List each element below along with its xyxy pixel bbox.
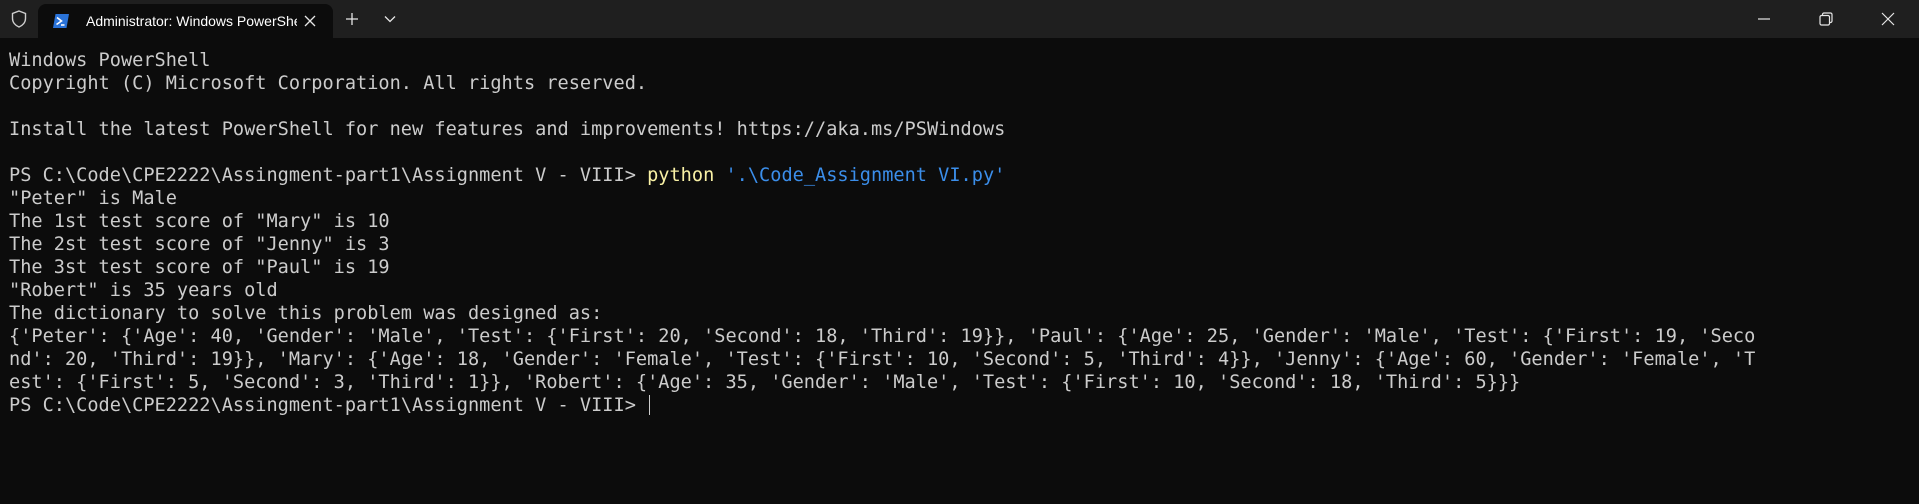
close-icon[interactable] xyxy=(297,8,323,34)
close-window-icon[interactable] xyxy=(1857,0,1919,38)
prompt: PS C:\Code\CPE2222\Assingment-part1\Assi… xyxy=(9,165,648,186)
prompt: PS C:\Code\CPE2222\Assingment-part1\Assi… xyxy=(9,395,648,416)
chevron-down-icon[interactable] xyxy=(371,0,409,38)
plus-icon[interactable] xyxy=(333,0,371,38)
title-bar: Administrator: Windows PowerShell xyxy=(0,0,1919,38)
powershell-icon xyxy=(52,12,70,30)
terminal-output[interactable]: Windows PowerShell Copyright (C) Microso… xyxy=(0,38,1919,504)
command-argument: '.\Code_Assignment VI.py' xyxy=(725,165,1006,186)
tab-powershell[interactable]: Administrator: Windows PowerShell xyxy=(38,4,333,38)
dict-output-line: nd': 20, 'Third': 19}}, 'Mary': {'Age': … xyxy=(9,349,1756,370)
shield-icon xyxy=(0,0,38,38)
output-line: The dictionary to solve this problem was… xyxy=(9,303,603,324)
minimize-icon[interactable] xyxy=(1733,0,1795,38)
copyright-line: Copyright (C) Microsoft Corporation. All… xyxy=(9,73,648,94)
tab-title: Administrator: Windows PowerShell xyxy=(86,13,297,29)
output-line: The 1st test score of "Mary" is 10 xyxy=(9,211,390,232)
command-line: PS C:\Code\CPE2222\Assingment-part1\Assi… xyxy=(9,164,1919,187)
output-line: The 2st test score of "Jenny" is 3 xyxy=(9,234,390,255)
output-line: "Peter" is Male xyxy=(9,188,177,209)
install-line: Install the latest PowerShell for new fe… xyxy=(9,119,1006,140)
title-bar-drag-area[interactable] xyxy=(409,0,1733,38)
command: python xyxy=(647,165,715,186)
header-line: Windows PowerShell xyxy=(9,50,211,71)
output-line: "Robert" is 35 years old xyxy=(9,280,278,301)
dict-output-line: est': {'First': 5, 'Second': 3, 'Third':… xyxy=(9,372,1521,393)
restore-icon[interactable] xyxy=(1795,0,1857,38)
output-line: The 3st test score of "Paul" is 19 xyxy=(9,257,390,278)
prompt-line[interactable]: PS C:\Code\CPE2222\Assingment-part1\Assi… xyxy=(9,394,1919,417)
dict-output-line: {'Peter': {'Age': 40, 'Gender': 'Male', … xyxy=(9,326,1756,347)
text-cursor xyxy=(649,395,651,415)
